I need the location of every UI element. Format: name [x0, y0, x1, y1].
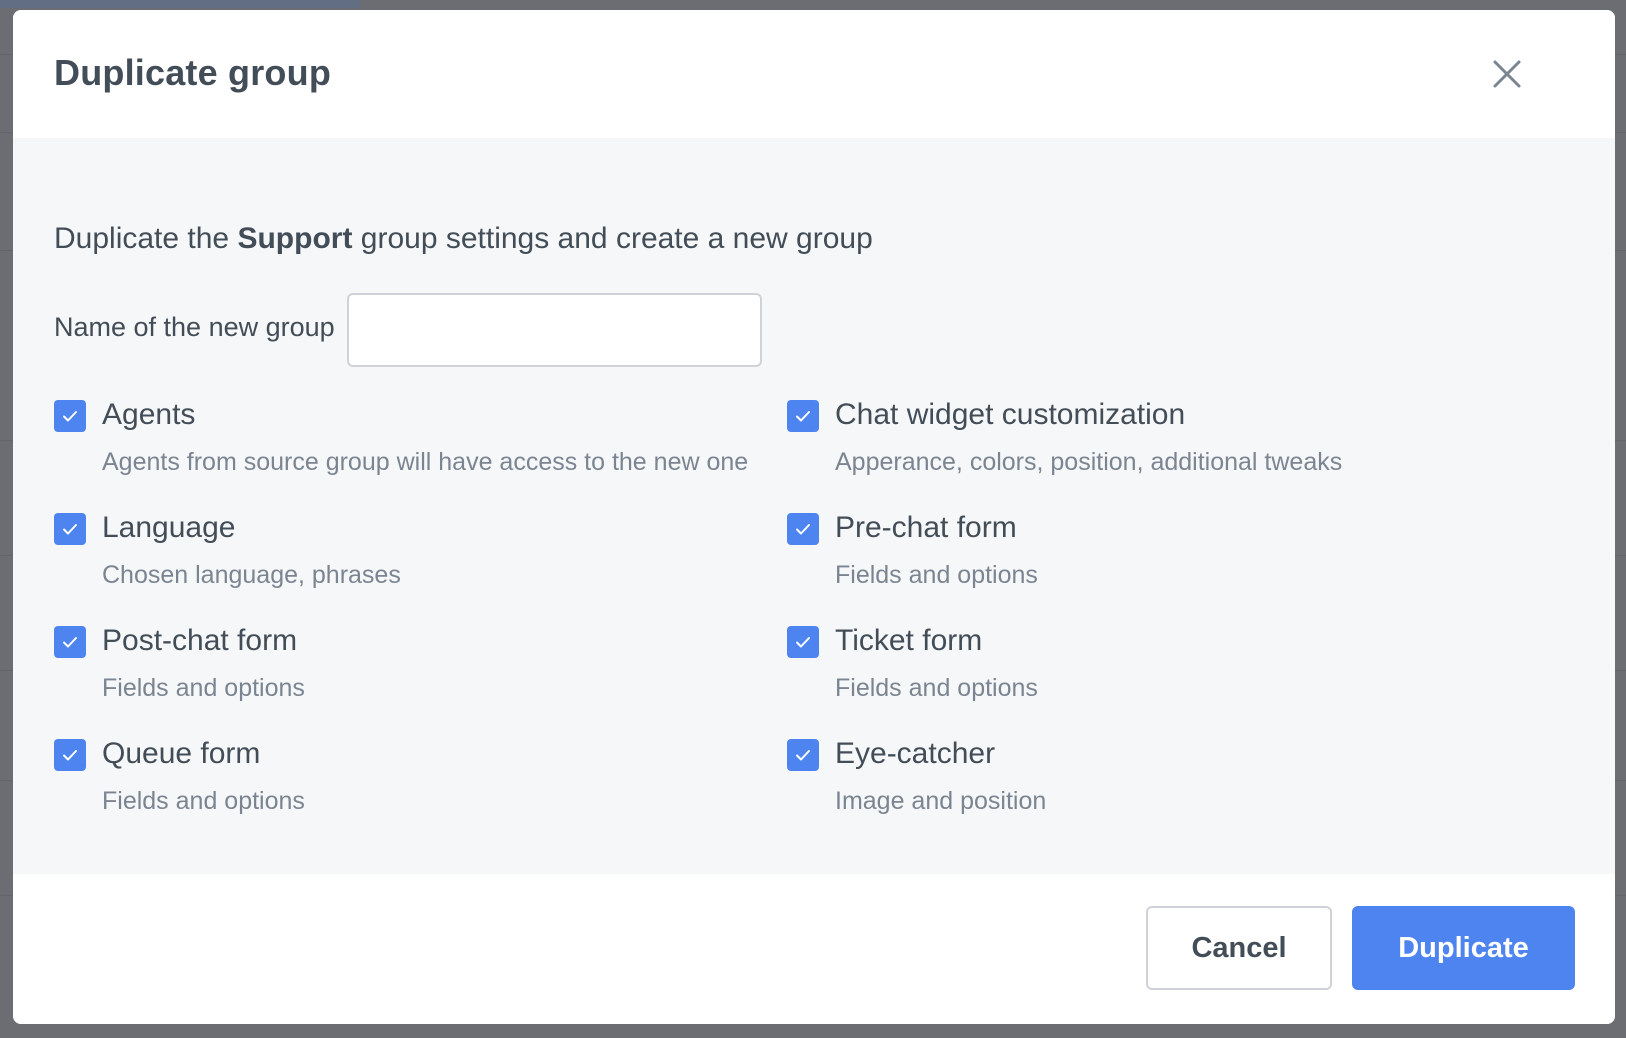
backdrop-link [0, 0, 360, 8]
agents-checkbox[interactable] [54, 400, 86, 432]
check-icon [63, 750, 77, 761]
option-description: Agents from source group will have acces… [102, 448, 749, 476]
chat-widget-customization-checkbox[interactable] [787, 400, 819, 432]
queue-form-checkbox[interactable] [54, 739, 86, 771]
name-field-label: Name of the new group [54, 312, 335, 342]
option-title[interactable]: Pre-chat form [835, 511, 1017, 545]
check-icon [63, 411, 77, 422]
new-group-name-input[interactable] [347, 293, 762, 367]
option-title[interactable]: Chat widget customization [835, 398, 1185, 432]
option-description: Image and position [835, 787, 1047, 815]
intro-suffix: group settings and create a new group [352, 222, 873, 255]
dialog-header: Duplicate group [13, 10, 1615, 138]
check-icon [63, 524, 77, 535]
dialog-title: Duplicate group [54, 52, 332, 93]
option-title[interactable]: Language [102, 511, 235, 545]
duplicate-group-dialog: Duplicate group Duplicate the Support gr… [13, 10, 1615, 1024]
eye-catcher-checkbox[interactable] [787, 739, 819, 771]
option-title[interactable]: Post-chat form [102, 624, 297, 658]
language-checkbox[interactable] [54, 513, 86, 545]
dialog-body: Duplicate the Support group settings and… [13, 138, 1615, 874]
option-title[interactable]: Queue form [102, 737, 260, 771]
check-icon [796, 524, 810, 535]
check-icon [796, 411, 810, 422]
check-icon [63, 637, 77, 648]
intro-prefix: Duplicate the [54, 222, 238, 255]
close-icon [1493, 60, 1521, 88]
option-description: Fields and options [102, 787, 305, 815]
pre-chat-form-checkbox[interactable] [787, 513, 819, 545]
option-description: Chosen language, phrases [102, 561, 401, 589]
cancel-button[interactable]: Cancel [1146, 906, 1332, 990]
option-description: Fields and options [835, 561, 1038, 589]
option-description: Apperance, colors, position, additional … [835, 448, 1343, 476]
option-title[interactable]: Agents [102, 398, 195, 432]
check-icon [796, 750, 810, 761]
option-title[interactable]: Ticket form [835, 624, 982, 658]
close-button[interactable] [1489, 56, 1525, 92]
source-group-name: Support [237, 222, 353, 255]
duplicate-button[interactable]: Duplicate [1352, 906, 1575, 990]
ticket-form-checkbox[interactable] [787, 626, 819, 658]
option-title[interactable]: Eye-catcher [835, 737, 995, 771]
check-icon [796, 637, 810, 648]
dialog-footer: Cancel Duplicate [13, 874, 1615, 1024]
post-chat-form-checkbox[interactable] [54, 626, 86, 658]
intro-text: Duplicate the Support group settings and… [54, 222, 873, 256]
option-description: Fields and options [102, 674, 305, 702]
option-description: Fields and options [835, 674, 1038, 702]
